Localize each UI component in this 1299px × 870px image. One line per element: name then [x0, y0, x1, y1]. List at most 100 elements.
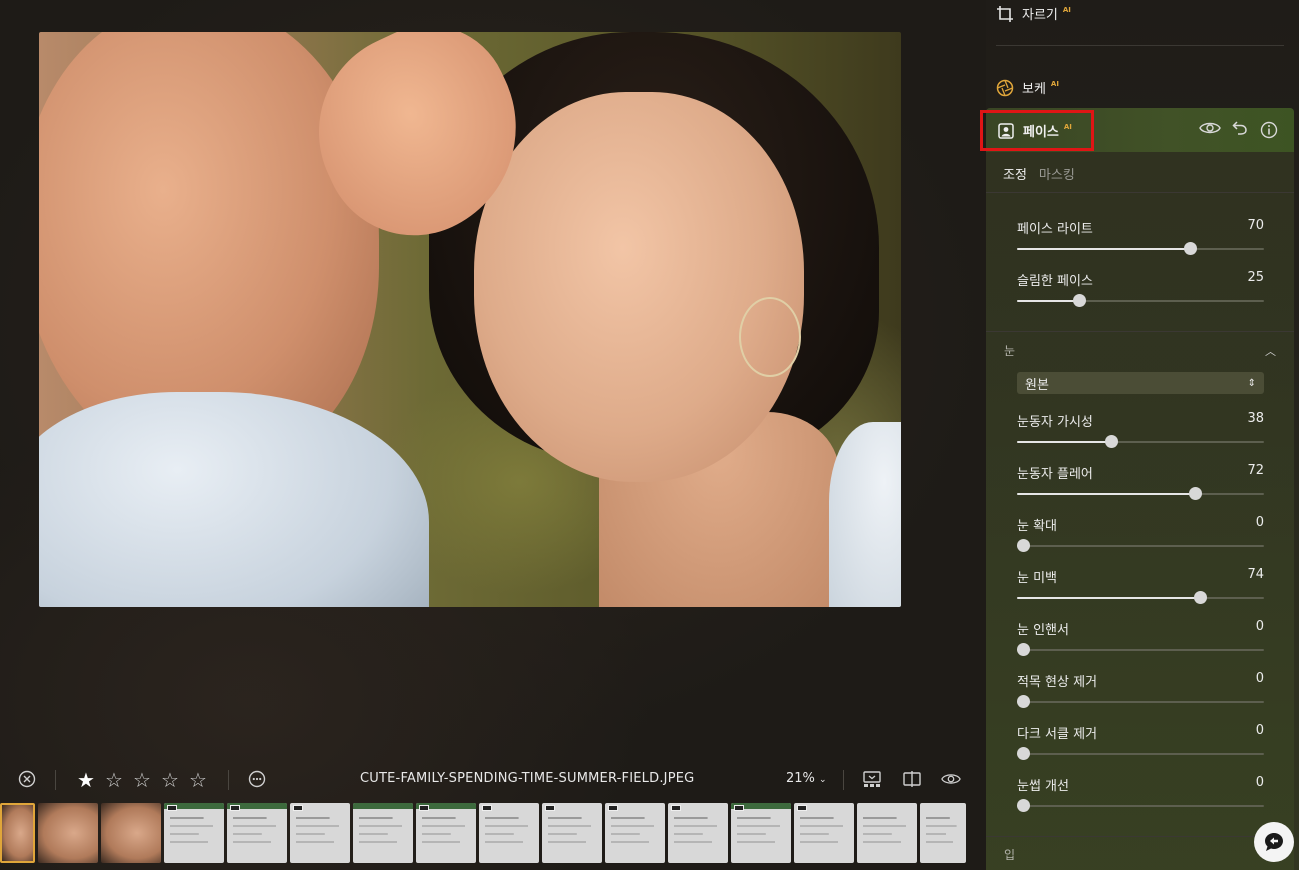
section-divider	[986, 331, 1294, 332]
filmstrip-thumb[interactable]	[416, 803, 476, 863]
slider-track[interactable]	[1017, 799, 1264, 812]
slider-track[interactable]	[1017, 539, 1264, 552]
slider-track[interactable]	[1017, 435, 1264, 448]
ai-badge: AI	[1062, 5, 1071, 14]
slider-label: 눈 인핸서	[1017, 623, 1069, 638]
slider-knob[interactable]	[1193, 591, 1207, 604]
zoom-dropdown[interactable]: 21% ⌄	[786, 771, 827, 786]
bokeh-label: 보케	[1022, 82, 1046, 97]
more-options-icon[interactable]	[247, 769, 267, 789]
chevron-up-icon[interactable]: ︿	[1265, 343, 1276, 359]
slider-track[interactable]	[1017, 242, 1264, 255]
section-divider	[986, 192, 1294, 193]
slider-knob[interactable]	[1188, 487, 1202, 500]
aperture-icon	[996, 79, 1014, 96]
chat-support-button[interactable]	[1254, 822, 1294, 862]
slider-knob[interactable]	[1104, 435, 1118, 448]
tab-masking[interactable]: 마스킹	[1039, 164, 1075, 183]
main-photo[interactable]	[39, 32, 901, 607]
mouth-section-title[interactable]: 입	[1004, 846, 1015, 863]
filmstrip-thumb-selected[interactable]	[0, 803, 35, 863]
chat-bubble-icon	[1265, 833, 1283, 851]
section-divider	[986, 836, 1294, 837]
slider-eye-whitening[interactable]: 눈 미백 74	[1017, 567, 1264, 604]
photo-earring	[739, 297, 801, 377]
slider-face-light[interactable]: 페이스 라이트 70	[1017, 218, 1264, 255]
filmstrip-thumb[interactable]	[605, 803, 665, 863]
slider-value: 72	[1247, 463, 1264, 478]
filmstrip-thumb[interactable]	[731, 803, 791, 863]
filmstrip-thumb[interactable]	[542, 803, 602, 863]
slider-slim-face[interactable]: 슬림한 페이스 25	[1017, 270, 1264, 307]
slider-track[interactable]	[1017, 695, 1264, 708]
filmstrip-thumb[interactable]	[227, 803, 287, 863]
info-icon[interactable]	[1260, 121, 1278, 143]
filmstrip-thumb[interactable]	[668, 803, 728, 863]
slider-eyebrow-improve[interactable]: 눈썹 개선 0	[1017, 775, 1264, 812]
toolbar-divider	[55, 770, 56, 790]
close-circle-icon[interactable]	[17, 769, 37, 789]
filmstrip-toggle-icon[interactable]	[862, 769, 882, 789]
slider-track[interactable]	[1017, 591, 1264, 604]
slider-value: 0	[1255, 671, 1264, 686]
slider-label: 눈썹 개선	[1017, 779, 1069, 794]
select-arrows-icon: ⇕	[1247, 377, 1256, 389]
eye-mode-select[interactable]: 원본 ⇕	[1017, 372, 1264, 394]
toolbar-divider	[228, 770, 229, 790]
slider-iris-flare[interactable]: 눈동자 플레어 72	[1017, 463, 1264, 500]
slider-value: 0	[1255, 775, 1264, 790]
slider-knob[interactable]	[1183, 242, 1197, 255]
slider-label: 슬림한 페이스	[1017, 274, 1093, 289]
slider-label: 눈동자 플레어	[1017, 467, 1093, 482]
crop-icon	[997, 5, 1013, 22]
filmstrip-thumb[interactable]	[101, 803, 161, 863]
slider-label: 눈 미백	[1017, 571, 1058, 586]
filmstrip-thumb[interactable]	[920, 803, 966, 863]
bokeh-tool[interactable]: 보케 AI	[996, 78, 1059, 97]
slider-track[interactable]	[1017, 294, 1264, 307]
star-empty-icon[interactable]: ☆	[160, 768, 180, 792]
slider-value: 0	[1255, 515, 1264, 530]
star-rating[interactable]: ★ ☆ ☆ ☆ ☆	[76, 768, 208, 792]
slider-eye-enlarge[interactable]: 눈 확대 0	[1017, 515, 1264, 552]
filmstrip-thumb[interactable]	[164, 803, 224, 863]
star-empty-icon[interactable]: ☆	[104, 768, 124, 792]
filmstrip-thumb[interactable]	[290, 803, 350, 863]
bottom-toolbar: ★ ☆ ☆ ☆ ☆ CUTE-FAMILY-SPENDING-TIME-SUMM…	[0, 762, 986, 798]
preview-eye-icon[interactable]	[941, 769, 961, 789]
slider-eye-enhancer[interactable]: 눈 인핸서 0	[1017, 619, 1264, 656]
slider-dark-circle-removal[interactable]: 다크 서클 제거 0	[1017, 723, 1264, 760]
filmstrip-thumb[interactable]	[38, 803, 98, 863]
filmstrip-thumb[interactable]	[479, 803, 539, 863]
slider-label: 페이스 라이트	[1017, 222, 1093, 237]
tab-adjust[interactable]: 조정	[1003, 164, 1027, 183]
photo-woman-face	[474, 92, 804, 482]
workspace: ★ ☆ ☆ ☆ ☆ CUTE-FAMILY-SPENDING-TIME-SUMM…	[0, 0, 986, 870]
slider-value: 25	[1247, 270, 1264, 285]
star-empty-icon[interactable]: ☆	[132, 768, 152, 792]
visibility-eye-icon[interactable]	[1199, 120, 1221, 140]
slider-iris-visibility[interactable]: 눈동자 가시성 38	[1017, 411, 1264, 448]
star-empty-icon[interactable]: ☆	[188, 768, 208, 792]
highlight-box	[980, 110, 1094, 151]
filmstrip-thumb[interactable]	[794, 803, 854, 863]
slider-value: 0	[1255, 723, 1264, 738]
slider-knob[interactable]	[1072, 294, 1086, 307]
crop-label: 자르기	[1022, 8, 1058, 23]
slider-track[interactable]	[1017, 747, 1264, 760]
slider-value: 74	[1247, 567, 1264, 582]
slider-track[interactable]	[1017, 643, 1264, 656]
eye-section-title[interactable]: 눈	[1004, 342, 1015, 359]
undo-icon[interactable]	[1232, 120, 1248, 140]
file-name: CUTE-FAMILY-SPENDING-TIME-SUMMER-FIELD.J…	[360, 771, 695, 786]
face-tool-body	[986, 152, 1294, 870]
slider-label: 눈동자 가시성	[1017, 415, 1093, 430]
slider-red-eye-removal[interactable]: 적목 현상 제거 0	[1017, 671, 1264, 708]
crop-tool[interactable]: 자르기 AI	[996, 4, 1071, 23]
slider-track[interactable]	[1017, 487, 1264, 500]
star-filled-icon[interactable]: ★	[76, 768, 96, 792]
filmstrip-thumb[interactable]	[353, 803, 413, 863]
compare-split-icon[interactable]	[902, 769, 922, 789]
filmstrip-thumb[interactable]	[857, 803, 917, 863]
slider-value: 38	[1247, 411, 1264, 426]
